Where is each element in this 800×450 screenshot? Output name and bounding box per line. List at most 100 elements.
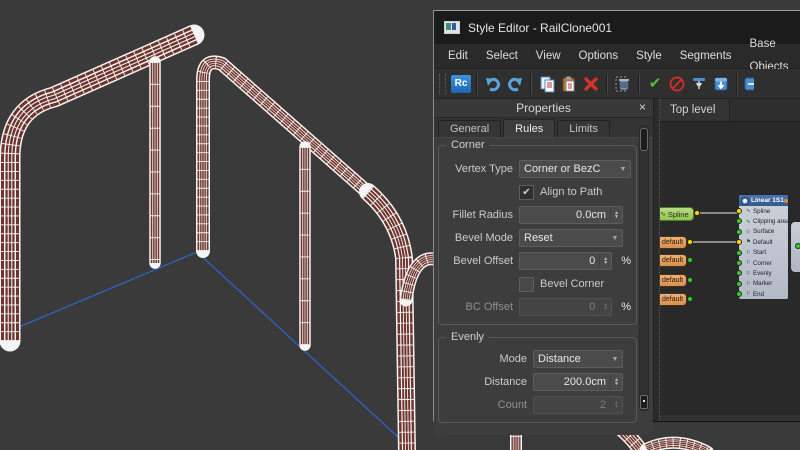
evenly-mode-dropdown[interactable]: Distance ▼ (533, 350, 623, 368)
purge-unused-icon[interactable] (612, 73, 634, 95)
tab-limits[interactable]: Limits (557, 120, 610, 137)
input-label: Start (753, 249, 766, 256)
menu-edit[interactable]: Edit (439, 45, 477, 68)
input-icon: ⚐ (746, 291, 753, 297)
screenshot-root: { "window": { "title": "Style Editor - R… (0, 0, 800, 450)
generator-icon (741, 197, 749, 205)
toolbar-grip[interactable] (439, 74, 446, 94)
input-port[interactable] (736, 250, 742, 256)
align-to-path-label: Align to Path (540, 186, 602, 198)
default-segment-node[interactable]: default (660, 293, 687, 306)
railclone-logo-icon[interactable]: Rc (450, 73, 472, 95)
input-label: Clipping area (753, 218, 789, 225)
linear-generator-node[interactable]: Linear 1S1 ∿Spline∿Clipping area◇Surface… (738, 194, 789, 300)
default-segment-node[interactable]: default (660, 274, 687, 287)
bevel-mode-label: Bevel Mode (443, 232, 513, 244)
spline-icon: ∿ (660, 210, 666, 218)
bevel-offset-spinner[interactable]: 0 ▲▼ (519, 252, 612, 270)
node-canvas[interactable]: ∿ Spline default default default (660, 122, 800, 415)
chevron-down-icon: ▼ (608, 235, 622, 242)
spinner-arrows-icon: ▲▼ (610, 397, 622, 413)
generator-input-row[interactable]: ⚐Start (739, 248, 788, 258)
evenly-mode-label: Mode (443, 353, 527, 365)
spinner-arrows-icon[interactable]: ▲▼ (610, 207, 622, 223)
panel-splitter[interactable] (653, 99, 660, 421)
fillet-radius-spinner[interactable]: 0.0cm ▲▼ (519, 206, 623, 224)
generator-output-port[interactable] (795, 243, 800, 249)
pin-top-icon[interactable] (688, 73, 710, 95)
chevron-down-icon: ▼ (608, 356, 622, 363)
spline-source-node[interactable]: ∿ Spline (660, 207, 694, 221)
segment-output-port[interactable] (687, 239, 693, 245)
evenly-distance-label: Distance (443, 376, 527, 388)
menu-view[interactable]: View (527, 45, 570, 68)
generator-input-row[interactable]: ∿Clipping area (739, 216, 788, 226)
input-label: Corner (753, 260, 772, 267)
bevel-corner-checkbox[interactable] (519, 277, 534, 292)
input-label: Default (753, 239, 773, 246)
input-port[interactable] (736, 218, 742, 224)
generator-input-row[interactable]: ⚐End (739, 289, 788, 299)
properties-panel-header[interactable]: Properties × (434, 99, 653, 118)
segment-output-port[interactable] (687, 277, 693, 283)
node-editor-panel: Top level ∿ Spline default (660, 99, 800, 421)
input-icon: ∿ (746, 208, 753, 214)
scrollbar-button[interactable] (640, 395, 648, 409)
input-port[interactable] (736, 239, 742, 245)
generator-node-header[interactable]: Linear 1S1 (739, 195, 788, 206)
default-segment-node[interactable]: default (660, 254, 687, 267)
generator-input-row[interactable]: ⚐Evenly (739, 268, 788, 278)
evenly-distance-spinner[interactable]: 200.0cm ▲▼ (533, 373, 623, 391)
segment-output-port[interactable] (687, 257, 693, 263)
input-port[interactable] (736, 270, 742, 276)
spline-output-port[interactable] (694, 210, 700, 216)
generator-input-row[interactable]: ⚑Default (739, 237, 788, 247)
spinner-arrows-icon[interactable]: ▲▼ (599, 253, 611, 269)
generator-input-row[interactable]: ⚐Corner (739, 258, 788, 268)
generator-input-row[interactable]: ◇Surface (739, 227, 788, 237)
scrollbar-thumb[interactable] (640, 128, 648, 151)
import-style-icon[interactable] (710, 73, 732, 95)
input-icon: ⚐ (746, 260, 753, 266)
menu-segments[interactable]: Segments (671, 45, 741, 68)
generator-input-row[interactable]: ∿Spline (739, 206, 788, 216)
menu-style[interactable]: Style (627, 45, 671, 68)
input-port[interactable] (736, 229, 742, 235)
tab-rules[interactable]: Rules (503, 119, 555, 137)
input-port[interactable] (736, 260, 742, 266)
evenly-group: Evenly Mode Distance ▼ Distance 200.0cm … (438, 337, 637, 423)
input-port[interactable] (736, 291, 742, 297)
tab-top-level[interactable]: Top level (660, 99, 730, 121)
redo-icon[interactable] (504, 73, 526, 95)
window-app-icon (444, 21, 460, 34)
node-pin-icon[interactable] (784, 199, 788, 203)
input-port[interactable] (736, 281, 742, 287)
bevel-offset-label: Bevel Offset (443, 255, 513, 267)
close-icon[interactable]: × (639, 101, 646, 113)
verify-style-icon[interactable]: ✔ (644, 73, 666, 95)
align-to-path-checkbox[interactable]: ✔ (519, 185, 534, 200)
generator-input-row[interactable]: ⚐Marker (739, 279, 788, 289)
evenly-count-spinner: 2 ▲▼ (533, 396, 623, 414)
undo-icon[interactable] (482, 73, 504, 95)
default-segment-node[interactable]: default (660, 236, 687, 249)
toolbar-separator (736, 74, 738, 94)
properties-scrollbar[interactable] (639, 125, 649, 411)
menu-options[interactable]: Options (570, 45, 628, 68)
disable-style-icon[interactable] (666, 73, 688, 95)
bevel-mode-dropdown[interactable]: Reset ▼ (519, 229, 623, 247)
toolbar-separator (606, 74, 608, 94)
input-port[interactable] (736, 208, 742, 214)
copy-icon[interactable] (536, 73, 558, 95)
menu-select[interactable]: Select (477, 45, 527, 68)
spinner-arrows-icon[interactable]: ▲▼ (610, 374, 622, 390)
tab-general[interactable]: General (438, 120, 501, 137)
fillet-radius-label: Fillet Radius (443, 209, 513, 221)
evenly-count-label: Count (443, 399, 527, 411)
delete-icon[interactable] (580, 73, 602, 95)
segment-output-port[interactable] (687, 296, 693, 302)
clipped-toolbar-icon[interactable] (742, 73, 754, 95)
paste-icon[interactable] (558, 73, 580, 95)
input-label: Evenly (753, 270, 772, 277)
vertex-type-dropdown[interactable]: Corner or BezC ▼ (519, 160, 631, 178)
